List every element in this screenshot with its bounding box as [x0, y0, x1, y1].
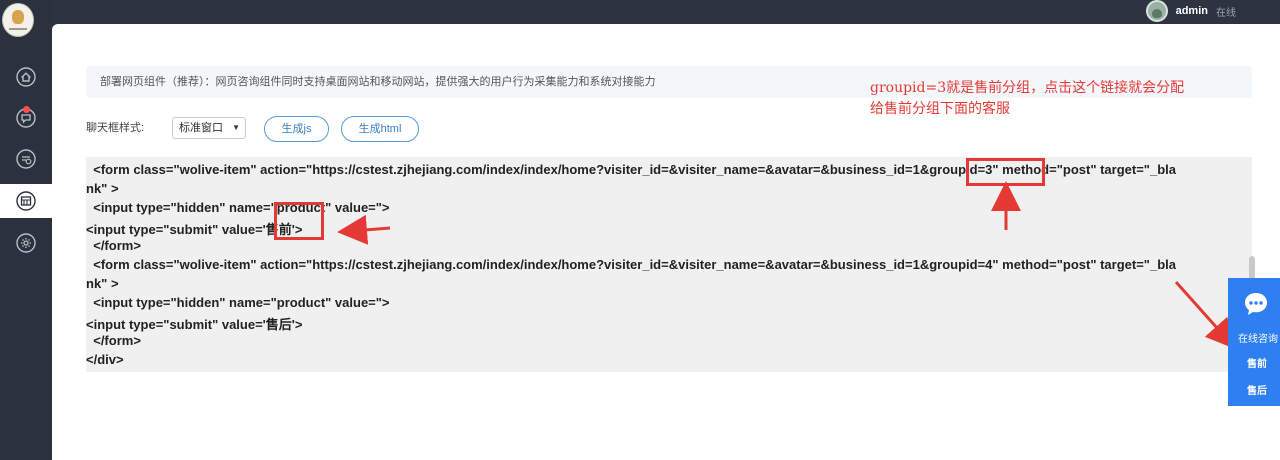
code-block[interactable]: <form class="wolive-item" action="https:… [86, 157, 1252, 372]
sidebar-item-settings[interactable] [0, 226, 52, 260]
annotation-line: groupid=3就是售前分组，点击这个链接就会分配 [870, 80, 1185, 96]
history-icon [16, 149, 36, 169]
code-line: </form> [86, 333, 141, 348]
user-info[interactable]: admin 在线 [1145, 0, 1236, 22]
avatar[interactable] [1145, 0, 1168, 22]
code-line: <form class="wolive-item" action="https:… [86, 257, 1176, 272]
presale-value-highlight [274, 202, 324, 240]
unread-badge [23, 106, 30, 113]
annotation-note: groupid=3就是售前分组，点击这个链接就会分配 给售前分组下面的客服 [870, 78, 1220, 120]
chat-style-select[interactable]: 标准窗口 ▼ [172, 117, 246, 139]
code-line: nk" > [86, 276, 119, 291]
code-line: </form> [86, 238, 141, 253]
chat-style-value: 标准窗口 [179, 122, 223, 134]
chevron-down-icon: ▼ [232, 123, 240, 132]
code-line: </div> [86, 352, 124, 367]
sidebar [0, 0, 52, 460]
code-line: <input type="submit" value='售前'> [86, 222, 303, 237]
code-line: <input type="hidden" name="product" valu… [86, 200, 390, 215]
chat-style-label: 聊天框样式: [86, 122, 145, 134]
sidebar-item-messages[interactable] [0, 101, 52, 135]
widget-title: 在线咨询 [1238, 334, 1278, 345]
logo [2, 3, 34, 37]
pre-sales-button[interactable]: 售前 [1228, 355, 1280, 370]
code-line: nk" > [86, 181, 119, 196]
consult-widget[interactable]: 在线咨询 售前 售后 [1228, 278, 1280, 406]
gear-icon [16, 233, 36, 253]
chat-bubble-icon [1245, 293, 1267, 315]
code-line: <input type="submit" value='售后'> [86, 317, 303, 332]
annotation-line: 给售前分组下面的客服 [870, 101, 1010, 117]
after-sales-button[interactable]: 售后 [1228, 382, 1280, 397]
home-icon [16, 67, 36, 87]
sidebar-item-home[interactable] [0, 60, 52, 94]
generate-js-button[interactable]: 生成js [264, 116, 329, 142]
generate-html-button[interactable]: 生成html [341, 116, 419, 142]
code-line: <input type="hidden" name="product" valu… [86, 295, 390, 310]
sidebar-item-history[interactable] [0, 142, 52, 176]
user-status: 在线 [1216, 7, 1236, 19]
username: admin [1175, 5, 1208, 17]
sidebar-item-widget[interactable] [0, 184, 52, 218]
top-bar: admin 在线 [0, 0, 1280, 24]
groupid-highlight [966, 158, 1045, 186]
widget-icon [16, 191, 36, 211]
